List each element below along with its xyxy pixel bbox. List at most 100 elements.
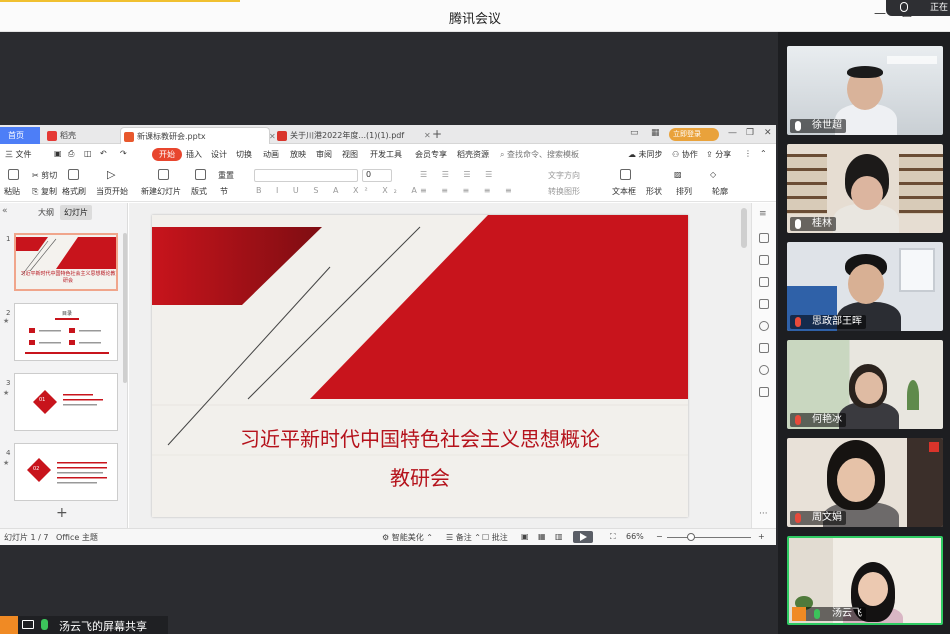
new-slide-button[interactable]: 新建幻灯片 [141,186,181,197]
paste-icon[interactable] [8,169,19,180]
hamburger-icon[interactable]: ≡ [759,209,769,219]
font-name-select[interactable] [254,169,358,182]
minimize-icon[interactable]: — [728,128,737,138]
tab-home[interactable]: 首页 [0,127,40,144]
panel-scrollbar[interactable] [123,233,127,383]
login-button[interactable]: 立即登录 [669,128,719,141]
microphone-icon[interactable] [41,619,48,630]
images-icon[interactable]: ▨ [674,170,682,179]
new-slide-icon[interactable] [158,169,169,180]
collaborate-button[interactable]: ⚇ 协作 [672,149,698,160]
outline-button[interactable]: 轮廓 [712,186,728,197]
reading-view-icon[interactable]: ▥ [555,532,563,541]
reset-button[interactable]: 重置 [218,170,234,181]
participant-tile[interactable]: 桂林 [787,144,943,233]
animation-icon[interactable] [759,277,769,287]
align-buttons[interactable]: ≡ ≡ ≡ ≡ ≡ [420,186,518,195]
participant-tile-active-speaker[interactable]: 汤云飞 [787,536,943,625]
slide-thumbnail-4[interactable]: 02 [14,443,118,501]
new-tab-button[interactable]: + [432,127,442,141]
menu-tab-view[interactable]: 视图 [342,149,358,160]
share-button[interactable]: ⇪ 分享 [706,149,731,160]
tab-close-icon[interactable]: ✕ [424,127,431,144]
grid-icon[interactable]: ▦ [651,128,660,138]
play-from-current-button[interactable]: 当页开始 [96,186,128,197]
print-icon[interactable]: ⎙ [68,149,74,159]
copy-button[interactable]: ⎘ 复制 [32,186,57,197]
book-icon[interactable] [759,387,769,397]
tab-slides[interactable]: 幻灯片 [60,205,92,220]
layout-button[interactable]: 版式 [191,186,207,197]
meeting-floating-toolbar[interactable]: 正在 [886,0,950,16]
tab-pdf[interactable]: 关于川港2022年度...(1)(1).pdf ✕ [274,127,431,144]
layout-icon[interactable]: ▭ [630,128,639,138]
menu-tab-slideshow[interactable]: 放映 [290,149,306,160]
command-search[interactable]: ⌕ 查找命令、搜索模板 [500,149,579,160]
participant-tile[interactable]: 徐世超 [787,46,943,135]
menu-tab-design[interactable]: 设计 [211,149,227,160]
notes-button[interactable]: ☰ 备注 ⌃ [446,532,481,543]
slide-thumbnail-1[interactable]: 习近平新时代中国特色社会主义思想概论教研会 [14,233,118,291]
participant-tile[interactable]: 周文娟 [787,438,943,527]
font-style-buttons[interactable]: B I U S A X² X₂ A [256,186,423,195]
textbox-button[interactable]: 文本框 [612,186,636,197]
convert-shape-button[interactable]: 转换图形 [548,186,580,197]
slide-thumbnail-3[interactable]: 01 [14,373,118,431]
sync-status[interactable]: ☁ 未同步 [628,149,663,160]
zoom-in-button[interactable]: + [758,532,765,541]
transition-icon[interactable] [759,299,769,309]
menu-tab-animation[interactable]: 动画 [263,149,279,160]
format-painter-button[interactable]: 格式刷 [62,186,86,197]
paragraph-buttons[interactable]: ☰ ☰ ☰ ☰ [420,170,498,179]
format-painter-icon[interactable] [68,169,79,180]
microphone-icon[interactable] [900,2,908,12]
fill-icon[interactable]: ◇ [710,170,716,179]
paste-button[interactable]: 粘贴 [4,186,20,197]
menu-tab-member[interactable]: 会员专享 [415,149,447,160]
section-button[interactable]: 节 [220,186,228,197]
tab-outline[interactable]: 大纲 [38,207,54,218]
normal-view-icon[interactable]: ▣ [521,532,529,541]
canvas-scrollbar[interactable] [741,208,747,248]
undo-icon[interactable]: ↶ [100,149,107,158]
clock-icon[interactable] [759,321,769,331]
comments-button[interactable]: ☐ 批注 [482,532,508,543]
textbox-icon[interactable] [620,169,631,180]
property-icon[interactable] [759,233,769,243]
slide-thumbnail-2[interactable]: 目录 [14,303,118,361]
add-slide-button[interactable]: + [56,505,68,521]
design-icon[interactable] [759,343,769,353]
zoom-slider-knob[interactable] [686,533,695,541]
shapes-button[interactable]: 形状 [646,186,662,197]
zoom-slider[interactable] [667,537,751,538]
font-size-select[interactable]: 0 [362,169,392,182]
menu-tab-docer-resources[interactable]: 稻壳资源 [457,149,489,160]
menu-tab-review[interactable]: 审阅 [316,149,332,160]
menu-tab-start[interactable]: 开始 [152,148,182,161]
fit-window-icon[interactable]: ⛶ [610,532,616,542]
more-icon[interactable]: ⋮ [744,149,752,158]
zoom-out-button[interactable]: − [656,532,663,541]
adjust-icon[interactable] [759,255,769,265]
sorter-view-icon[interactable]: ▦ [538,532,546,541]
layout-button-icon[interactable] [195,169,206,180]
redo-icon[interactable]: ↷ [120,149,127,158]
slide-editor-canvas[interactable]: 习近平新时代中国特色社会主义思想概论 教研会 [129,203,751,528]
participant-tile[interactable]: 思政部王晖 [787,242,943,331]
text-direction-button[interactable]: 文字方向 [548,170,580,181]
menu-tab-transition[interactable]: 切换 [236,149,252,160]
menu-tab-insert[interactable]: 插入 [186,149,202,160]
cut-button[interactable]: ✂ 剪切 [32,170,57,181]
smart-beautify-button[interactable]: ⚙ 智能美化 ⌃ [382,532,433,543]
arrange-button[interactable]: 排列 [676,186,692,197]
participant-tile[interactable]: 何艳冰 [787,340,943,429]
preview-icon[interactable]: ◫ [84,149,92,158]
play-slideshow-button[interactable] [573,531,593,543]
current-slide[interactable]: 习近平新时代中国特色社会主义思想概论 教研会 [152,215,688,517]
tab-docer[interactable]: 稻壳 [44,127,114,144]
restore-icon[interactable]: ❐ [746,128,754,138]
collapse-ribbon-icon[interactable]: ⌃ [760,149,767,158]
settings-icon[interactable] [759,365,769,375]
file-menu[interactable]: 三 文件 [5,149,32,160]
close-icon[interactable]: ✕ [764,128,772,138]
